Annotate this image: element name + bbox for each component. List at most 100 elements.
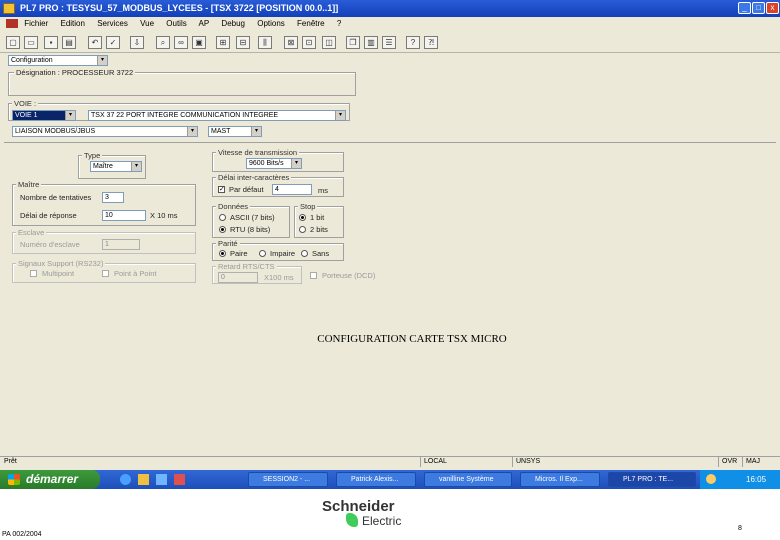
window-cascade-icon[interactable]: ❐ (346, 36, 360, 49)
retries-label: Nombre de tentatives (20, 193, 92, 202)
binoculars-icon[interactable]: ∞ (174, 36, 188, 49)
io-icon[interactable]: ⊡ (302, 36, 316, 49)
page-number: 8 (738, 525, 742, 532)
chevron-down-icon: ▾ (251, 127, 261, 136)
open-icon[interactable]: ▭ (24, 36, 38, 49)
type-value: Maître (93, 163, 113, 170)
rtu-radio[interactable] (219, 226, 226, 233)
start-label: démarrer (26, 472, 79, 486)
brand-subname: Electric (362, 514, 402, 528)
parity-even-radio[interactable] (219, 250, 226, 257)
slave-number-field[interactable]: 1 (102, 239, 140, 250)
config-combo-value: Configuration (11, 57, 53, 64)
menu-bar: Fichier Edition Services Vue Outils AP D… (0, 17, 780, 31)
minimize-button[interactable]: _ (738, 2, 751, 14)
stop-2bits-radio[interactable] (299, 226, 306, 233)
barcode-icon[interactable]: ⫼ (258, 36, 272, 49)
menu-edition[interactable]: Edition (60, 19, 84, 28)
parite-label: Parité (216, 239, 240, 248)
validate-icon[interactable]: ✓ (106, 36, 120, 49)
voie-description-combo[interactable]: TSX 37 22 PORT INTEGRE COMMUNICATION INT… (88, 110, 346, 121)
menu-fenetre[interactable]: Fenêtre (297, 19, 325, 28)
status-maj: MAJ (742, 457, 772, 467)
import-icon[interactable]: ⇩ (130, 36, 144, 49)
task-micros[interactable]: Micros. Il Exp... (520, 472, 600, 487)
delai-inter-label: Délai inter-caractères (216, 173, 292, 182)
ascii-label: ASCII (7 bits) (230, 213, 275, 222)
baud-rate-combo[interactable]: 9600 Bits/s ▾ (246, 158, 302, 169)
link-type-combo[interactable]: LIAISON MODBUS/JBUS ▾ (12, 126, 198, 137)
menu-options[interactable]: Options (257, 19, 285, 28)
view-icon[interactable]: ▣ (192, 36, 206, 49)
retries-field[interactable]: 3 (102, 192, 124, 203)
animation-icon[interactable]: ◫ (322, 36, 336, 49)
dcd-checkbox[interactable] (310, 272, 317, 279)
ie-icon[interactable] (120, 474, 131, 485)
rts-cts-delay-field[interactable]: 0 (218, 272, 258, 283)
voie-combo[interactable]: VOIE 1 ▾ (12, 110, 76, 121)
point-to-point-checkbox[interactable] (102, 270, 109, 277)
task-vanilline[interactable]: vanilline Système (424, 472, 512, 487)
start-button[interactable]: démarrer (0, 470, 100, 489)
maximize-button[interactable]: □ (752, 2, 765, 14)
schneider-logo-icon (346, 513, 358, 527)
menu-vue[interactable]: Vue (140, 19, 154, 28)
save-icon[interactable]: ▪ (44, 36, 58, 49)
slave-number-label: Numéro d'esclave (20, 240, 80, 249)
new-icon[interactable]: ▢ (6, 36, 20, 49)
status-ovr: OVR (718, 457, 742, 467)
voie-description-value: TSX 37 22 PORT INTEGRE COMMUNICATION INT… (91, 112, 279, 119)
app-icon (3, 3, 15, 14)
close-button[interactable]: x (766, 2, 779, 14)
retard-label: Retard RTS/CTS (216, 262, 277, 271)
find-icon[interactable]: ⌕ (156, 36, 170, 49)
parity-odd-radio[interactable] (259, 250, 266, 257)
menu-debug[interactable]: Debug (221, 19, 245, 28)
multipoint-checkbox[interactable] (30, 270, 37, 277)
task-pl7pro[interactable]: PL7 PRO : TE... (608, 472, 696, 487)
multipoint-label: Multipoint (42, 269, 75, 278)
context-help-icon[interactable]: ? (406, 36, 420, 49)
parity-even-label: Paire (230, 249, 248, 258)
parity-none-label: Sans (312, 249, 330, 258)
dcd-label: Porteuse (DCD) (322, 271, 376, 280)
stop-1bit-radio[interactable] (299, 214, 306, 221)
help-icon[interactable]: ⁈ (424, 36, 438, 49)
config-icon[interactable]: ⊞ (216, 36, 230, 49)
window-tile-icon[interactable]: ▥ (364, 36, 378, 49)
menu-services[interactable]: Services (97, 19, 128, 28)
menu-ap[interactable]: AP (199, 19, 210, 28)
type-label: Type (82, 151, 103, 160)
task-combo[interactable]: MAST ▾ (208, 126, 262, 137)
inter-char-delay-field[interactable]: 4 (272, 184, 312, 195)
window-list-icon[interactable]: ☰ (382, 36, 396, 49)
stop-1bit-label: 1 bit (310, 213, 325, 222)
config-combo[interactable]: Configuration ▾ (8, 55, 108, 66)
print-icon[interactable]: ▤ (62, 36, 76, 49)
desktop-icon[interactable] (156, 474, 167, 485)
default-delay-checkbox[interactable]: ✓ (218, 186, 225, 193)
menu-help[interactable]: ? (337, 19, 341, 28)
tray-icon[interactable] (706, 474, 716, 484)
ascii-radio[interactable] (219, 214, 226, 221)
task-session2[interactable]: SESSION2 - ... (248, 472, 328, 487)
document-icon (6, 19, 18, 29)
chevron-down-icon: ▾ (335, 111, 345, 120)
media-icon[interactable] (174, 474, 185, 485)
response-delay-field[interactable]: 10 (102, 210, 146, 221)
parity-none-radio[interactable] (301, 250, 308, 257)
folder-icon[interactable] (138, 474, 149, 485)
voie-label: VOIE : (12, 99, 39, 108)
menu-fichier[interactable]: Fichier (24, 19, 48, 28)
rts-cts-delay-unit: X100 ms (264, 273, 294, 282)
ladder-icon[interactable]: ⊟ (236, 36, 250, 49)
default-delay-label: Par défaut (229, 185, 264, 194)
task-patrick[interactable]: Patrick Alexis... (336, 472, 416, 487)
rack-icon[interactable]: ⊠ (284, 36, 298, 49)
type-combo[interactable]: Maître ▾ (90, 161, 142, 172)
menu-outils[interactable]: Outils (166, 19, 186, 28)
response-delay-label: Délai de réponse (20, 211, 77, 220)
chevron-down-icon: ▾ (291, 159, 301, 168)
point-to-point-label: Point à Point (114, 269, 157, 278)
undo-icon[interactable]: ↶ (88, 36, 102, 49)
